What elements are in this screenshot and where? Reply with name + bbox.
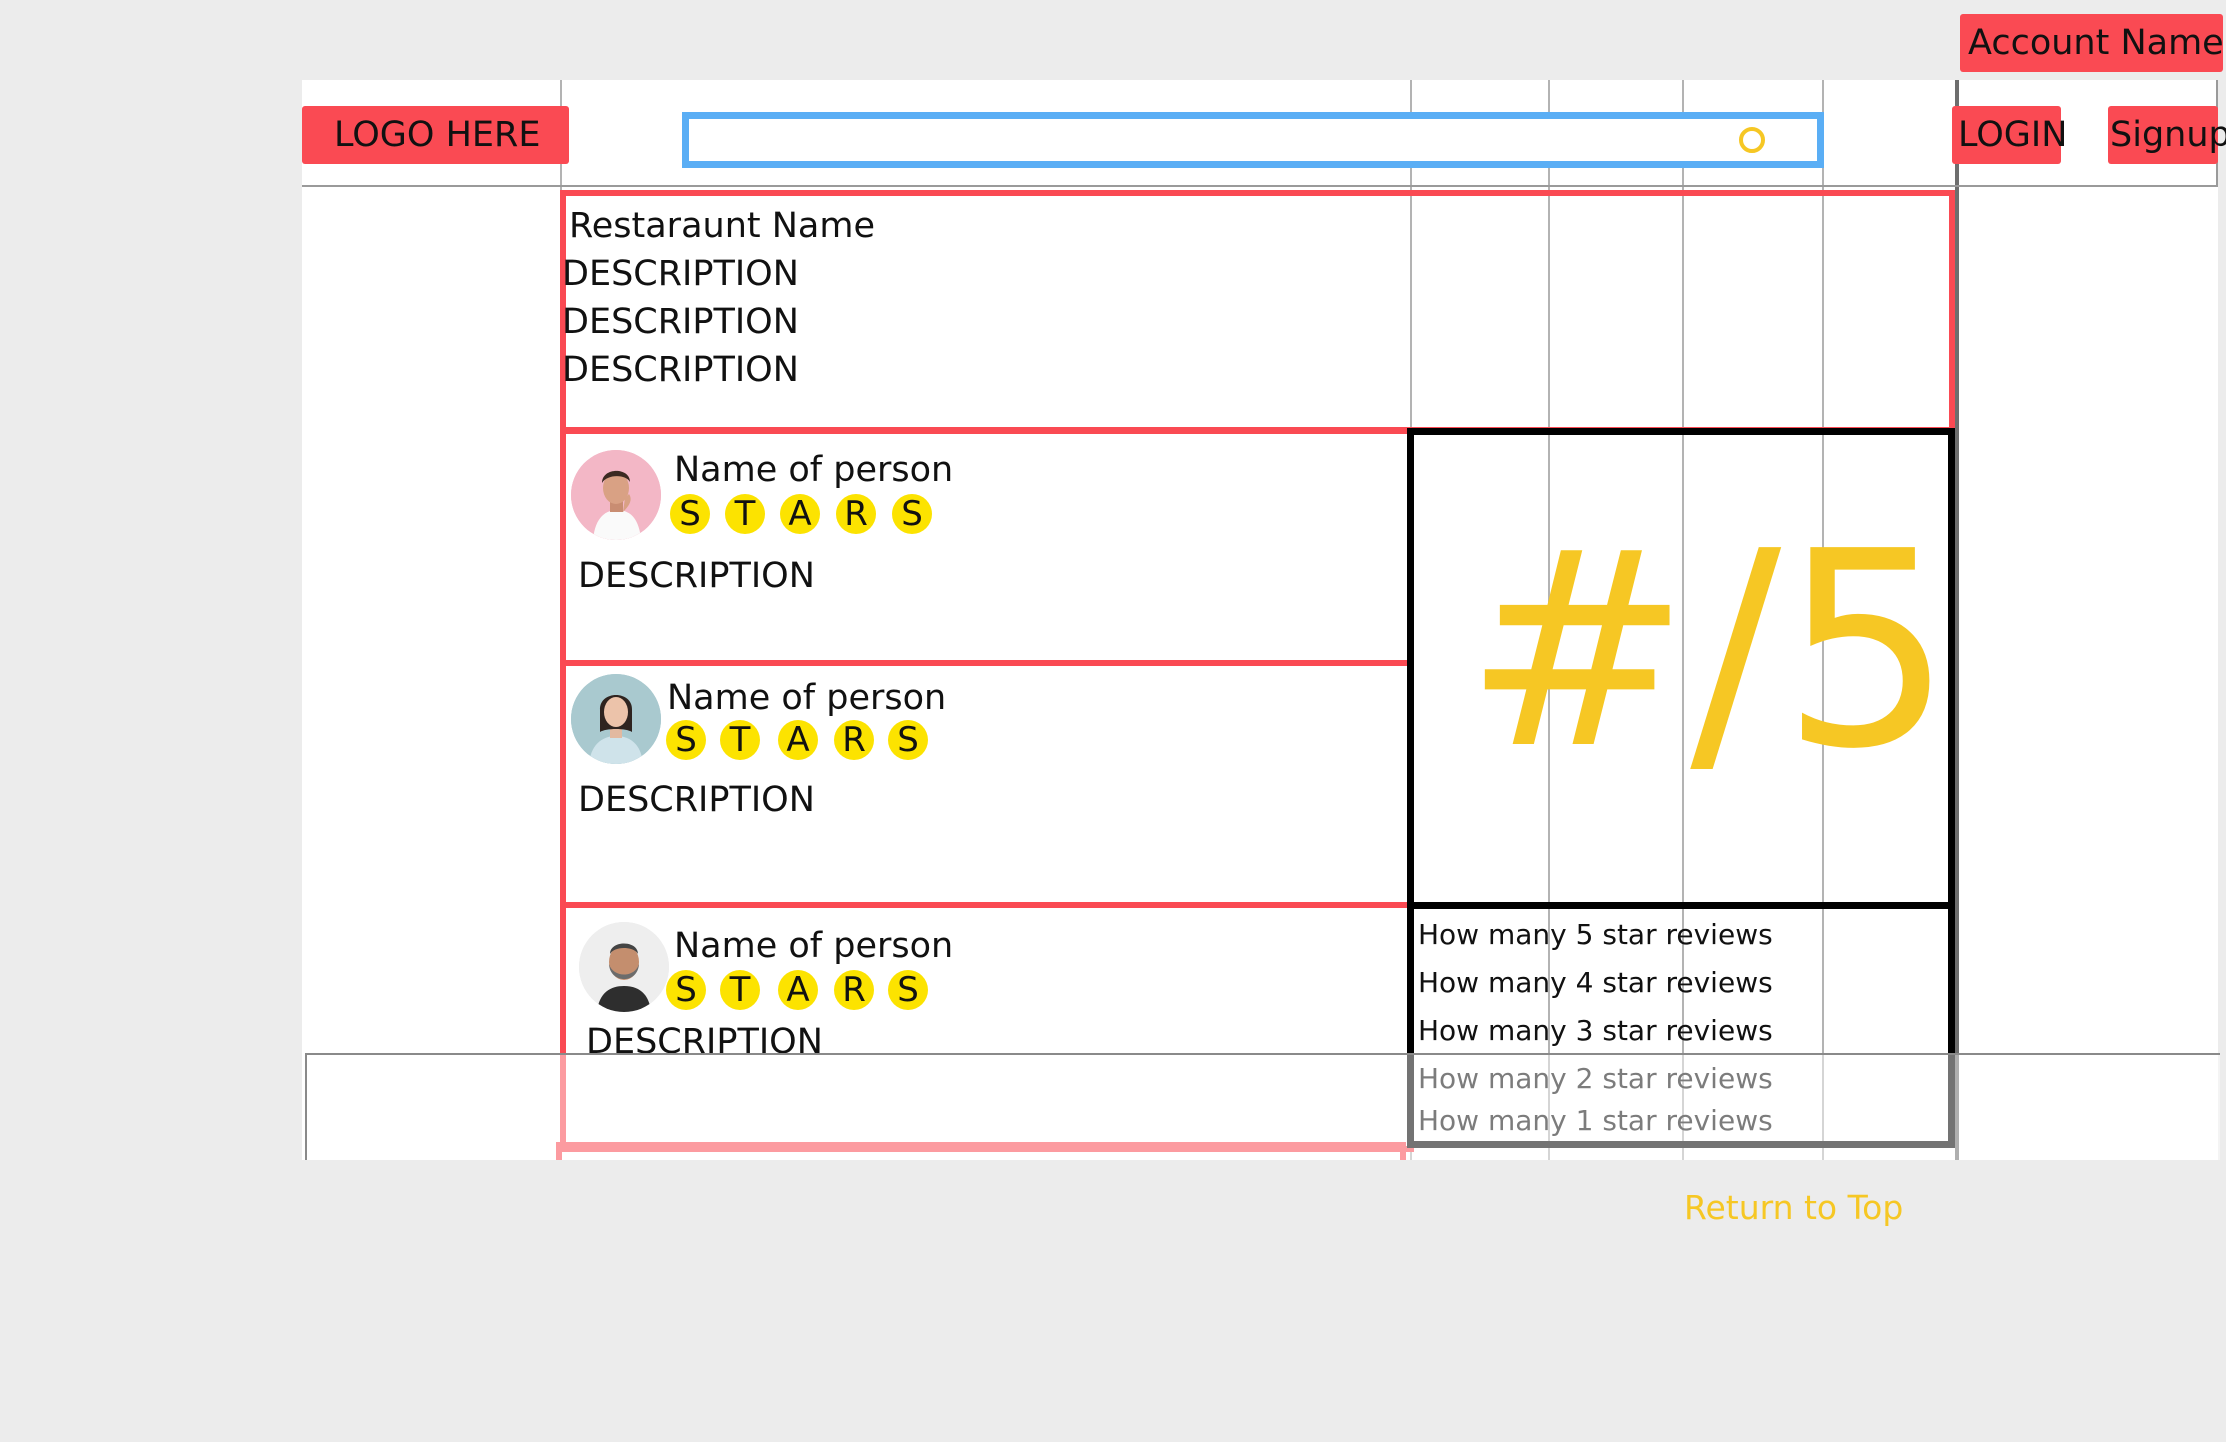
star-rating-icon: T	[720, 970, 760, 1010]
content-right-border	[1955, 80, 1959, 1160]
star-rating-icon: A	[778, 720, 818, 760]
reviewer-avatar	[579, 922, 669, 1012]
star-rating-icon: S	[892, 494, 932, 534]
rating-breakdown-item: How many 3 star reviews	[1418, 1014, 1773, 1047]
reviewer-name: Name of person	[674, 926, 954, 966]
star-rating-icon: T	[720, 720, 760, 760]
reviewer-name: Name of person	[667, 678, 947, 718]
restaurant-description: DESCRIPTION	[562, 302, 799, 342]
review-description: DESCRIPTION	[578, 780, 815, 820]
logo[interactable]: LOGO HERE	[302, 106, 569, 164]
restaurant-description: DESCRIPTION	[562, 254, 799, 294]
return-to-top-link[interactable]: Return to Top	[1684, 1188, 1903, 1227]
footer-overlay	[305, 1053, 2220, 1160]
star-rating-icon: S	[670, 494, 710, 534]
star-rating-icon: R	[836, 494, 876, 534]
header-divider	[302, 185, 2218, 187]
search-bar[interactable]	[682, 112, 1824, 168]
restaurant-name: Restaraunt Name	[569, 206, 875, 246]
star-rating-icon: S	[666, 970, 706, 1010]
star-rating-icon: A	[780, 494, 820, 534]
star-rating-icon: R	[834, 720, 874, 760]
star-rating-icon: S	[888, 720, 928, 760]
star-rating-icon: S	[666, 720, 706, 760]
search-input[interactable]	[699, 125, 1723, 157]
review-description: DESCRIPTION	[578, 556, 815, 596]
star-rating-icon: T	[725, 494, 765, 534]
search-icon[interactable]	[1739, 127, 1765, 153]
restaurant-description: DESCRIPTION	[562, 350, 799, 390]
reviewer-name: Name of person	[674, 450, 954, 490]
account-name-button[interactable]: Account Name	[1960, 14, 2224, 72]
reviewer-avatar	[571, 674, 661, 764]
signup-button[interactable]: Signup	[2108, 106, 2226, 164]
star-rating-icon: A	[778, 970, 818, 1010]
rating-breakdown-item: How many 5 star reviews	[1418, 918, 1773, 951]
reviewer-avatar	[571, 450, 661, 540]
rating-breakdown-item: How many 4 star reviews	[1418, 966, 1773, 999]
login-button[interactable]: LOGIN	[1952, 106, 2067, 164]
star-rating-icon: S	[888, 970, 928, 1010]
overall-score: #/5	[1464, 493, 1953, 808]
star-rating-icon: R	[834, 970, 874, 1010]
